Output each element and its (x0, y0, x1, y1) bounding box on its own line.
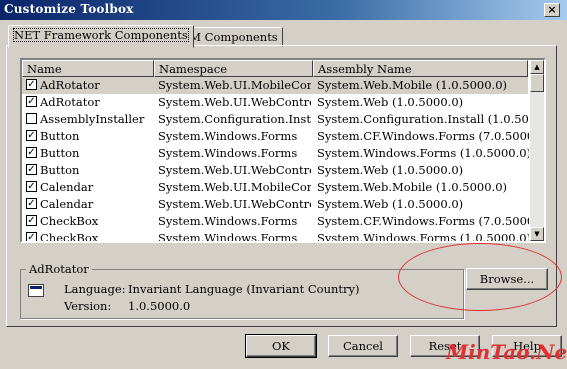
cell-namespace: System.Web.UI.WebControls (158, 163, 311, 177)
cancel-button[interactable]: Cancel (328, 335, 398, 357)
row-checkbox[interactable]: ✓ (26, 164, 37, 175)
cell-namespace: System.Web.UI.WebControls (158, 197, 311, 211)
cell-name: AdRotator (40, 95, 100, 109)
component-icon (28, 284, 44, 297)
cell-name: Button (40, 129, 80, 143)
components-list[interactable]: Name Namespace Assembly Name ✓ AdRotator S… (20, 58, 546, 243)
table-row[interactable]: ✓ AdRotator System.Web.UI.WebControls Syste… (22, 94, 528, 111)
row-checkbox[interactable]: ✓ (26, 215, 37, 226)
cell-assembly-name: System.CF.Windows.Forms (7.0.5000.0) (317, 129, 529, 143)
close-button[interactable]: × (544, 3, 560, 17)
cell-name: CheckBox (40, 231, 99, 243)
details-group-title: AdRotator (26, 262, 92, 276)
cell-name: AssemblyInstaller (40, 112, 145, 126)
cell-assembly-name: System.Configuration.Install (1.0.5000.0… (317, 112, 529, 126)
cell-namespace: System.Web.UI.MobileContr... (158, 180, 311, 194)
cell-assembly-name: System.Web (1.0.5000.0) (317, 163, 464, 177)
version-label: Version: (64, 299, 112, 313)
table-row[interactable]: ✓ Button System.Windows.Forms System.CF.Win… (22, 128, 529, 145)
cell-assembly-name: System.Windows.Forms (1.0.5000.0) (317, 146, 529, 160)
cell-name: Calendar (40, 180, 94, 194)
window-title: Customize Toolbox (4, 2, 134, 16)
row-checkbox[interactable]: ✓ (26, 130, 37, 141)
column-header-namespace[interactable]: Namespace (154, 60, 313, 77)
cell-assembly-name: System.CF.Windows.Forms (7.0.5000.0) (317, 214, 529, 228)
cell-namespace: System.Windows.Forms (158, 214, 298, 228)
cell-namespace: System.Web.UI.MobileContr... (158, 78, 311, 92)
cell-assembly-name: System.Web.Mobile (1.0.5000.0) (317, 180, 508, 194)
table-row[interactable]: ✓ Button System.Windows.Forms System.Window… (22, 145, 529, 162)
row-checkbox[interactable] (26, 113, 37, 124)
table-row[interactable]: ✓AdRotator System.Web.UI.MobileContr... Sy… (22, 77, 528, 94)
scroll-down-arrow-icon[interactable]: ▼ (530, 227, 544, 241)
row-checkbox[interactable]: ✓ (26, 198, 37, 209)
tab-label: NET Framework Components (13, 28, 189, 42)
watermark: MinTao.Net (446, 340, 567, 364)
cell-assembly-name: System.Web (1.0.5000.0) (317, 95, 464, 109)
language-label: Language: (64, 282, 126, 296)
row-checkbox[interactable]: ✓ (26, 232, 37, 241)
vertical-scrollbar[interactable]: ▲ ▼ (530, 60, 544, 241)
annotation-circle (398, 243, 562, 311)
cell-name: CheckBox (40, 214, 99, 228)
cell-namespace: System.Windows.Forms (158, 129, 298, 143)
cell-assembly-name: System.Windows.Forms (1.0.5000.0) (317, 231, 529, 243)
cell-name: Button (40, 146, 80, 160)
column-header-assembly-name[interactable]: Assembly Name (313, 60, 528, 77)
cell-name: AdRotator (40, 78, 100, 92)
cell-namespace: System.Windows.Forms (158, 146, 298, 160)
row-checkbox[interactable]: ✓ (26, 79, 37, 90)
column-header-name[interactable]: Name (22, 60, 154, 77)
tab-net-framework-components[interactable]: NET Framework Components (8, 25, 194, 48)
row-checkbox[interactable]: ✓ (26, 181, 37, 192)
cell-namespace: System.Configuration.Install (158, 112, 311, 126)
scroll-thumb[interactable] (530, 74, 544, 92)
table-row[interactable]: ✓Calendar System.Web.UI.MobileContr... Sys… (22, 179, 528, 196)
cell-namespace: System.Windows.Forms (158, 231, 298, 243)
table-row[interactable]: AssemblyInstaller System.Configuration.In… (22, 111, 529, 128)
row-checkbox[interactable]: ✓ (26, 96, 37, 107)
cell-name: Calendar (40, 197, 94, 211)
table-row[interactable]: ✓ CheckBox System.Windows.Forms System.Wind… (22, 230, 529, 243)
version-value: 1.0.5000.0 (128, 299, 191, 313)
row-checkbox[interactable]: ✓ (26, 147, 37, 158)
cell-assembly-name: System.Web.Mobile (1.0.5000.0) (317, 78, 508, 92)
ok-button[interactable]: OK (245, 334, 317, 358)
cell-assembly-name: System.Web (1.0.5000.0) (317, 197, 464, 211)
scroll-up-arrow-icon[interactable]: ▲ (530, 60, 544, 74)
language-value: Invariant Language (Invariant Country) (128, 282, 360, 296)
table-row[interactable]: ✓ Button System.Web.UI.WebControls System.W… (22, 162, 528, 179)
cell-name: Button (40, 163, 80, 177)
cell-namespace: System.Web.UI.WebControls (158, 95, 311, 109)
table-row[interactable]: ✓ CheckBox System.Windows.Forms System.CF.W… (22, 213, 529, 230)
table-row[interactable]: ✓ Calendar System.Web.UI.WebControls System… (22, 196, 528, 213)
